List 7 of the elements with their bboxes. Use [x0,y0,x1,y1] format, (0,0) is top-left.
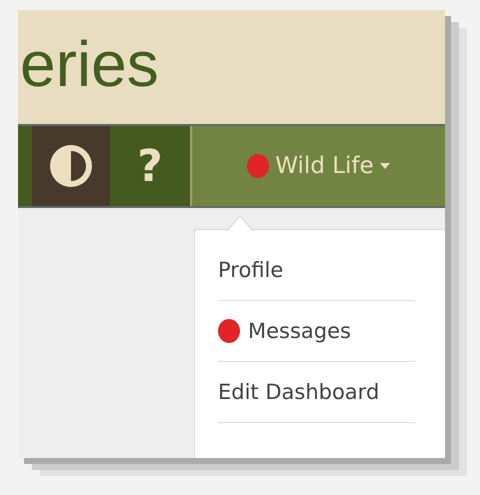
menu-item[interactable]: Messages [218,301,415,362]
page-title: eries [20,32,159,102]
menu-item[interactable]: Edit Dashboard [218,362,415,423]
contrast-button[interactable] [32,126,110,206]
menu-item[interactable]: Profile [218,240,415,301]
contrast-icon [48,143,94,189]
caret-icon [380,163,390,169]
